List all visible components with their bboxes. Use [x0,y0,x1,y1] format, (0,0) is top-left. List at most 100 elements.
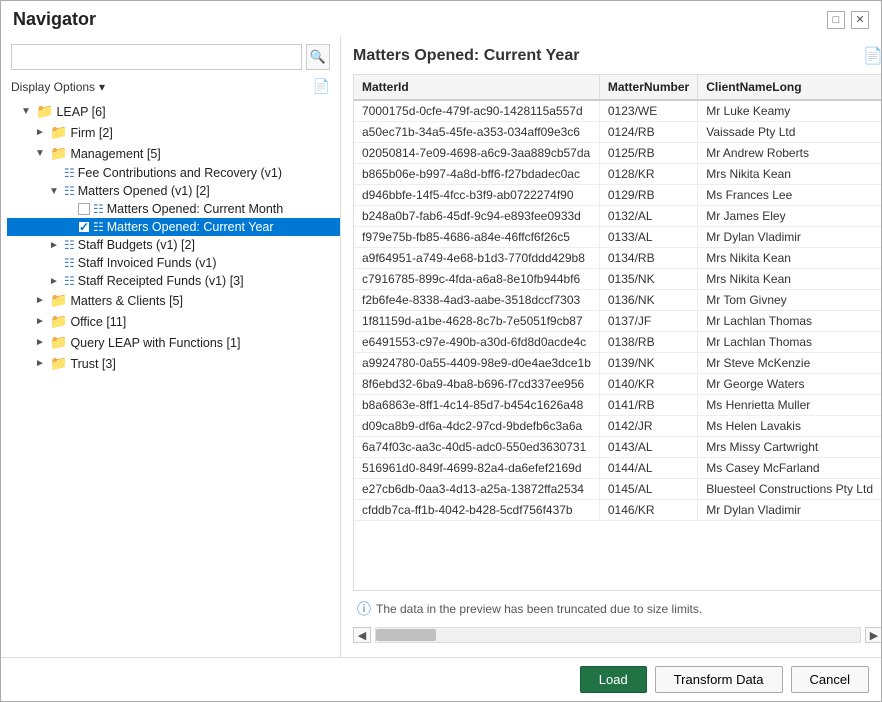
table-row: 7000175d-0cfe-479f-ac90-1428115a557d0123… [354,100,881,122]
left-panel: 🔍 Display Options ▾ 📄 ▼ 📁 LEAP [6] ► [1,36,341,657]
display-options-chevron: ▾ [99,80,105,94]
scrollbar-track[interactable] [375,627,861,643]
content-area: 🔍 Display Options ▾ 📄 ▼ 📁 LEAP [6] ► [1,36,881,657]
table-icon: ☷ [93,202,104,216]
table-cell: 1f81159d-a1be-4628-8c7b-7e5051f9cb87 [354,311,599,332]
table-cell: b865b06e-b997-4a8d-bff6-f27bdadec0ac [354,164,599,185]
chevron-icon: ► [35,295,47,306]
table-icon: ☷ [64,274,75,288]
title-bar-controls: □ ✕ [827,11,869,29]
table-icon: ☷ [64,256,75,270]
chevron-icon: ► [35,316,47,327]
dialog-footer: Load Transform Data Cancel [1,657,881,701]
table-icon: ☷ [93,220,104,234]
table-cell: f2b6fe4e-8338-4ad3-aabe-3518dccf7303 [354,290,599,311]
table-row: 6a74f03c-aa3c-40d5-adc0-550ed36307310143… [354,437,881,458]
scroll-left-button[interactable]: ◀ [353,627,371,643]
preview-export-icon[interactable]: 📄 [863,46,881,66]
tree-item-office[interactable]: ► 📁 Office [11] [7,311,340,332]
folder-icon: 📁 [50,313,67,330]
transform-data-button[interactable]: Transform Data [655,666,783,693]
tree-label: LEAP [6] [56,105,105,119]
search-input[interactable] [11,44,302,70]
tree-item-leap[interactable]: ▼ 📁 LEAP [6] [7,101,340,122]
minimize-button[interactable]: □ [827,11,845,29]
table-row: f979e75b-fb85-4686-a84e-46ffcf6f26c50133… [354,227,881,248]
table-cell: 0133/AL [599,227,697,248]
table-cell: Mr Tom Givney [698,290,881,311]
tree-item-fee-contrib[interactable]: ☷ Fee Contributions and Recovery (v1) [7,164,340,182]
checkbox-checked-icon: ✓ [78,221,90,233]
data-table: MatterId MatterNumber ClientNameLong 700… [354,75,881,521]
col-header-matternumber: MatterNumber [599,75,697,100]
table-cell: 0137/JF [599,311,697,332]
table-row: cfddb7ca-ff1b-4042-b428-5cdf756f437b0146… [354,500,881,521]
folder-icon: 📁 [50,124,67,141]
table-cell: Mr Steve McKenzie [698,353,881,374]
table-cell: Mrs Nikita Kean [698,248,881,269]
right-panel: Matters Opened: Current Year 📄 MatterId … [341,36,881,657]
table-cell: Ms Helen Lavakis [698,416,881,437]
table-row: e6491553-c97e-490b-a30d-6fd8d0acde4c0138… [354,332,881,353]
tree-item-trust[interactable]: ► 📁 Trust [3] [7,353,340,374]
preview-title: Matters Opened: Current Year [353,47,579,65]
truncate-notice: ⓘ The data in the preview has been trunc… [353,591,881,623]
chevron-icon: ► [35,358,47,369]
col-header-matterid: MatterId [354,75,599,100]
folder-icon: 📁 [50,145,67,162]
table-cell: 0134/RB [599,248,697,269]
tree-label: Matters Opened (v1) [2] [78,184,210,198]
table-cell: a9f64951-a749-4e68-b1d3-770fddd429b8 [354,248,599,269]
search-button[interactable]: 🔍 [306,44,330,70]
cancel-button[interactable]: Cancel [791,666,869,693]
tree-item-matters-clients[interactable]: ► 📁 Matters & Clients [5] [7,290,340,311]
load-button[interactable]: Load [580,666,647,693]
table-cell: Mr Dylan Vladimir [698,227,881,248]
chevron-icon: ► [35,127,47,138]
tree-item-matters-month[interactable]: ☷ Matters Opened: Current Month [7,200,340,218]
data-table-container: MatterId MatterNumber ClientNameLong 700… [353,74,881,591]
scrollbar-thumb[interactable] [376,629,436,641]
chevron-icon: ► [35,337,47,348]
table-cell: Mr George Waters [698,374,881,395]
tree-item-matters-year[interactable]: ✓ ☷ Matters Opened: Current Year [7,218,340,236]
table-cell: 0142/JR [599,416,697,437]
folder-icon: 📁 [50,292,67,309]
table-row: b8a6863e-8ff1-4c14-85d7-b454c1626a480141… [354,395,881,416]
horizontal-scrollbar: ◀ ▶ [353,623,881,647]
table-cell: 7000175d-0cfe-479f-ac90-1428115a557d [354,100,599,122]
table-row: 02050814-7e09-4698-a6c9-3aa889cb57da0125… [354,143,881,164]
table-cell: 0144/AL [599,458,697,479]
scroll-right-button[interactable]: ▶ [865,627,881,643]
tree-item-firm[interactable]: ► 📁 Firm [2] [7,122,340,143]
tree-label: Staff Receipted Funds (v1) [3] [78,274,244,288]
table-cell: Mrs Missy Cartwright [698,437,881,458]
table-cell: e27cb6db-0aa3-4d13-a25a-13872ffa2534 [354,479,599,500]
tree-label: Staff Budgets (v1) [2] [78,238,195,252]
table-row: d09ca8b9-df6a-4dc2-97cd-9bdefb6c3a6a0142… [354,416,881,437]
tree-item-staff-invoiced[interactable]: ☷ Staff Invoiced Funds (v1) [7,254,340,272]
table-icon: ☷ [64,184,75,198]
display-options-button[interactable]: Display Options ▾ [11,80,105,94]
tree-item-query-leap[interactable]: ► 📁 Query LEAP with Functions [1] [7,332,340,353]
tree-item-staff-budgets[interactable]: ► ☷ Staff Budgets (v1) [2] [7,236,340,254]
table-cell: Mr James Eley [698,206,881,227]
table-cell: Mr Lachlan Thomas [698,311,881,332]
table-cell: 0143/AL [599,437,697,458]
folder-icon: 📁 [50,355,67,372]
tree-item-staff-receipted[interactable]: ► ☷ Staff Receipted Funds (v1) [3] [7,272,340,290]
table-row: 1f81159d-a1be-4628-8c7b-7e5051f9cb870137… [354,311,881,332]
tree-label: Management [5] [70,147,160,161]
table-cell: Ms Casey McFarland [698,458,881,479]
tree-item-management[interactable]: ▼ 📁 Management [5] [7,143,340,164]
close-button[interactable]: ✕ [851,11,869,29]
tree-label: Matters Opened: Current Year [107,220,274,234]
tree-item-matters-opened[interactable]: ▼ ☷ Matters Opened (v1) [2] [7,182,340,200]
table-cell: 02050814-7e09-4698-a6c9-3aa889cb57da [354,143,599,164]
table-icon: ☷ [64,166,75,180]
navigator-dialog: Navigator □ ✕ 🔍 Display Options ▾ 📄 [0,0,882,702]
table-cell: 0146/KR [599,500,697,521]
table-cell: Mr Dylan Vladimir [698,500,881,521]
display-options-icon[interactable]: 📄 [313,78,330,95]
table-row: 516961d0-849f-4699-82a4-da6efef2169d0144… [354,458,881,479]
